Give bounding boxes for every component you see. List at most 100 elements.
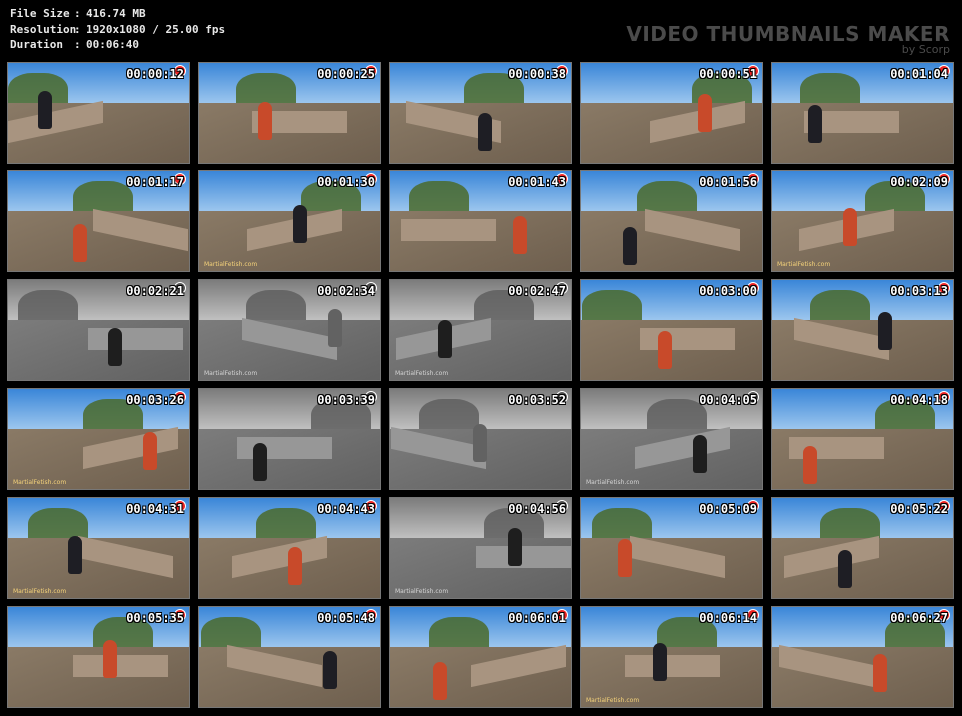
thumbnail-person <box>108 328 122 366</box>
video-thumbnail[interactable]: 00:02:34 MartialFetish.com <box>198 279 381 381</box>
thumbnail-timestamp: 00:06:27 <box>890 611 948 625</box>
thumbnail-person <box>73 224 87 262</box>
thumbnail-person <box>288 547 302 585</box>
video-thumbnail[interactable]: 00:03:39 <box>198 388 381 490</box>
resolution-label: Resolution <box>10 22 77 36</box>
video-thumbnail[interactable]: 00:05:09 <box>580 497 763 599</box>
video-thumbnail[interactable]: 00:02:09 MartialFetish.com <box>771 170 954 272</box>
thumbnail-person <box>478 113 492 151</box>
thumbnail-person <box>803 446 817 484</box>
thumbnail-person <box>68 536 82 574</box>
thumbnail-timestamp: 00:05:22 <box>890 502 948 516</box>
duration-label: Duration <box>10 38 63 51</box>
thumbnail-timestamp: 00:06:01 <box>508 611 566 625</box>
thumbnail-person <box>293 205 307 243</box>
video-thumbnail[interactable]: 00:05:22 <box>771 497 954 599</box>
thumbnail-timestamp: 00:01:56 <box>699 175 757 189</box>
thumbnail-timestamp: 00:00:38 <box>508 67 566 81</box>
thumbnail-brand-watermark: MartialFetish.com <box>586 479 640 486</box>
thumbnail-brand-watermark: MartialFetish.com <box>204 370 258 377</box>
thumbnail-timestamp: 00:04:18 <box>890 393 948 407</box>
thumbnail-person <box>698 94 712 132</box>
thumbnail-stone-wall <box>476 546 571 568</box>
video-thumbnail[interactable]: 00:00:51 <box>580 62 763 164</box>
thumbnail-timestamp: 00:02:09 <box>890 175 948 189</box>
thumbnail-person <box>433 662 447 700</box>
thumbnail-stone-wall <box>401 219 496 241</box>
video-thumbnail[interactable]: 00:00:25 <box>198 62 381 164</box>
thumbnail-timestamp: 00:04:05 <box>699 393 757 407</box>
video-thumbnail[interactable]: 00:01:56 <box>580 170 763 272</box>
video-thumbnail[interactable]: 00:04:18 <box>771 388 954 490</box>
video-thumbnail[interactable]: 00:01:17 <box>7 170 190 272</box>
thumbnail-timestamp: 00:03:52 <box>508 393 566 407</box>
thumbnail-person <box>878 312 892 350</box>
thumbnail-timestamp: 00:03:26 <box>126 393 184 407</box>
video-thumbnail[interactable]: 00:03:52 <box>389 388 572 490</box>
thumbnail-person <box>38 91 52 129</box>
thumbnail-stone-wall <box>640 328 735 350</box>
thumbnail-person <box>438 320 452 358</box>
video-thumbnail[interactable]: 00:04:43 <box>198 497 381 599</box>
video-thumbnail[interactable]: 00:01:30 MartialFetish.com <box>198 170 381 272</box>
file-size-row: File Size : 416.74 MB <box>10 7 146 20</box>
resolution-value: 1920x1080 / 25.00 fps <box>86 22 226 36</box>
thumbnail-timestamp: 00:04:31 <box>126 502 184 516</box>
thumbnail-timestamp: 00:01:04 <box>890 67 948 81</box>
file-size-value: 416.74 MB <box>86 7 146 20</box>
thumbnail-person <box>508 528 522 566</box>
thumbnail-stone-wall <box>88 328 183 350</box>
thumbnail-person <box>873 654 887 692</box>
file-info-panel: File Size : 416.74 MB Resolution : 1920x… <box>10 6 225 53</box>
thumbnail-person <box>618 539 632 577</box>
thumbnail-timestamp: 00:01:17 <box>126 175 184 189</box>
thumbnail-timestamp: 00:00:25 <box>317 67 375 81</box>
duration-row: Duration : 00:06:40 <box>10 38 139 51</box>
thumbnail-person <box>808 105 822 143</box>
video-thumbnail[interactable]: 00:06:01 <box>389 606 572 708</box>
thumbnail-person <box>143 432 157 470</box>
thumbnail-timestamp: 00:02:34 <box>317 284 375 298</box>
thumbnail-stone-wall <box>237 437 332 459</box>
thumbnail-person <box>258 102 272 140</box>
video-thumbnail[interactable]: 00:03:13 <box>771 279 954 381</box>
video-thumbnail[interactable]: 00:06:27 <box>771 606 954 708</box>
thumbnail-brand-watermark: MartialFetish.com <box>13 588 67 595</box>
app-watermark: VIDEO THUMBNAILS MAKER by Scorp <box>626 22 950 56</box>
thumbnail-person <box>513 216 527 254</box>
video-thumbnail[interactable]: 00:02:21 <box>7 279 190 381</box>
thumbnail-timestamp: 00:02:21 <box>126 284 184 298</box>
thumbnail-person <box>693 435 707 473</box>
video-thumbnail[interactable]: 00:03:00 <box>580 279 763 381</box>
thumbnail-timestamp: 00:01:30 <box>317 175 375 189</box>
video-thumbnail[interactable]: 00:04:56 MartialFetish.com <box>389 497 572 599</box>
thumbnail-timestamp: 00:04:43 <box>317 502 375 516</box>
thumbnail-timestamp: 00:03:39 <box>317 393 375 407</box>
video-thumbnail[interactable]: 00:00:38 <box>389 62 572 164</box>
thumbnail-brand-watermark: MartialFetish.com <box>586 697 640 704</box>
video-thumbnail[interactable]: 00:04:05 MartialFetish.com <box>580 388 763 490</box>
video-thumbnail[interactable]: 00:01:43 <box>389 170 572 272</box>
video-thumbnail[interactable]: 00:02:47 MartialFetish.com <box>389 279 572 381</box>
thumbnail-brand-watermark: MartialFetish.com <box>395 588 449 595</box>
thumbnail-stone-wall <box>73 655 168 677</box>
thumbnail-timestamp: 00:01:43 <box>508 175 566 189</box>
video-thumbnail[interactable]: 00:05:48 <box>198 606 381 708</box>
thumbnail-brand-watermark: MartialFetish.com <box>395 370 449 377</box>
thumbnail-brand-watermark: MartialFetish.com <box>777 261 831 268</box>
video-thumbnail[interactable]: 00:00:12 <box>7 62 190 164</box>
thumbnail-timestamp: 00:00:12 <box>126 67 184 81</box>
thumbnail-timestamp: 00:05:48 <box>317 611 375 625</box>
thumbnail-person <box>658 331 672 369</box>
file-size-label: File Size <box>10 7 70 20</box>
thumbnail-person <box>838 550 852 588</box>
thumbnail-person <box>623 227 637 265</box>
video-thumbnail[interactable]: 00:05:35 <box>7 606 190 708</box>
thumbnail-timestamp: 00:06:14 <box>699 611 757 625</box>
video-thumbnail[interactable]: 00:04:31 MartialFetish.com <box>7 497 190 599</box>
thumbnail-stone-wall <box>625 655 720 677</box>
video-thumbnail[interactable]: 00:06:14 MartialFetish.com <box>580 606 763 708</box>
thumbnail-timestamp: 00:04:56 <box>508 502 566 516</box>
video-thumbnail[interactable]: 00:03:26 MartialFetish.com <box>7 388 190 490</box>
video-thumbnail[interactable]: 00:01:04 <box>771 62 954 164</box>
